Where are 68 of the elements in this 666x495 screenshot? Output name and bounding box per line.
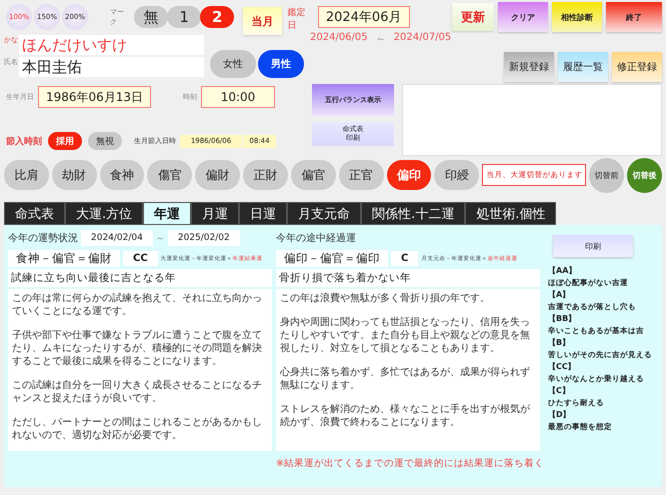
grade-label: 【BB】 [548, 313, 576, 325]
mark-option[interactable]: 1 [167, 6, 202, 28]
grade-label: 【D】 [548, 409, 571, 421]
tab[interactable]: 月運 [191, 202, 240, 225]
start-date-field[interactable]: 2024/02/04 [81, 230, 153, 246]
star-button[interactable]: 比肩 [4, 160, 49, 190]
range-separator: ～ [376, 33, 386, 46]
tab[interactable]: 年運 [143, 202, 192, 225]
gender-option[interactable]: 女性 [210, 50, 256, 78]
action-button[interactable]: 相性診断 [552, 2, 602, 32]
birth-time-field[interactable]: 10:00 [201, 86, 275, 108]
range-end: 2024/07/05 [394, 32, 452, 45]
date-separator: ～ [156, 232, 165, 244]
fortune-text: この年は浪費や無駄が多く骨折り損の年です。 身内や周囲に関わっても世話損となったり、信用を失ったりしやすいです。また自分も目上や親などの意見を無視したり、対立をして損となることもあります。 心身共に落ち着かず、多忙ではあるが、成果が得られず無駄になります。 ストレスを解消のため、様々なことに手を出すが根気が続かず、浪費で終わることになります。 [276, 289, 540, 451]
star-button[interactable]: 印綬 [434, 160, 480, 190]
record-button[interactable]: 履歴一覧 [558, 52, 608, 82]
mark-option[interactable]: 無 [134, 6, 168, 28]
mark-option[interactable]: 2 [200, 6, 234, 28]
setsuiri-option[interactable]: 無視 [88, 132, 122, 150]
setsuiri-label: 節入時刻 [6, 135, 42, 148]
tab[interactable]: 日運 [239, 202, 288, 225]
grade-label: 【B】 [548, 337, 570, 349]
star-button[interactable]: 劫財 [52, 160, 97, 190]
switch-button[interactable]: 切替後 [627, 158, 662, 192]
fortune-title: 骨折り損で落ち着かない年 [276, 269, 540, 287]
fortune-text: この年は常に何らかの試練を抱えて、それに立ち向かっていくことになる運です。 子供や部下や仕事で嫌なトラブルに遭うことで腹を立てたり、ムキになったりするが、積極的にその問題を解決することで最後に成果を得ることになります。 この試練は自分を一回り大きく成長させることになるチャンスと捉えたほうが良いです。 ただし、パートナーとの間はこじれることがあるかもしれないので、適切な対応が必要です。 [8, 289, 272, 451]
star-button[interactable]: 偏財 [195, 160, 240, 190]
gender-option[interactable]: 男性 [258, 50, 304, 78]
setsuiri-option[interactable]: 採用 [48, 132, 82, 150]
formula-field: 食神－偏官＝偏財 [8, 250, 120, 266]
memo-box[interactable] [402, 84, 662, 156]
update-button[interactable]: 更新 [452, 3, 494, 31]
record-button[interactable]: 修正登録 [612, 52, 662, 82]
tab[interactable]: 命式表 [4, 202, 65, 225]
tab[interactable]: 処世術.個性 [465, 202, 556, 225]
grade-label: 【AA】 [548, 265, 576, 277]
current-month-button[interactable]: 当月 [243, 7, 282, 35]
star-button[interactable]: 偏官 [290, 160, 336, 190]
formula-field: 偏印－偏官＝偏印 [276, 250, 388, 266]
section-heading: 今年の途中経過運 [276, 232, 356, 245]
tab[interactable]: 大運.方位 [65, 202, 144, 225]
print-button[interactable]: 印刷 [553, 235, 633, 257]
grade-label: 【CC】 [548, 361, 576, 373]
range-start: 2024/06/05 [310, 32, 368, 45]
star-button[interactable]: 正官 [338, 160, 384, 190]
kana-field[interactable]: ほんだけいすけ [19, 35, 204, 55]
grade-field: CC [123, 250, 158, 266]
appraisal-date-label: 鑑定日 [288, 6, 307, 32]
record-button[interactable]: 新規登録 [504, 52, 554, 82]
star-button[interactable]: 傷官 [147, 160, 192, 190]
section-heading: 今年の運勢状況 [8, 232, 78, 245]
grade-field: C [391, 250, 418, 266]
appraisal-date-field[interactable]: 2024年06月 [318, 6, 410, 28]
tab[interactable]: 月支元命 [287, 202, 362, 225]
tab[interactable]: 関係性.十二運 [361, 202, 466, 225]
name-field[interactable]: 本田圭佑 [19, 57, 204, 77]
footnote: ※結果運が出てくるまでの運で最終的には結果運に落ち着く [276, 457, 540, 470]
action-button[interactable]: クリア [498, 2, 548, 32]
switch-button[interactable]: 切替前 [589, 158, 624, 192]
fortune-title: 試練に立ち向い最後に吉となる年 [8, 269, 272, 287]
birth-date-field[interactable]: 1986年06月13日 [38, 86, 151, 108]
grade-label: 【C】 [548, 385, 570, 397]
star-button[interactable]: 偏印 [386, 160, 432, 190]
star-button[interactable]: 食神 [100, 160, 144, 190]
action-button[interactable]: 終了 [606, 2, 662, 32]
grade-label: 【A】 [548, 289, 570, 301]
end-date-field[interactable]: 2025/02/02 [168, 230, 240, 246]
star-button[interactable]: 正財 [243, 160, 288, 190]
